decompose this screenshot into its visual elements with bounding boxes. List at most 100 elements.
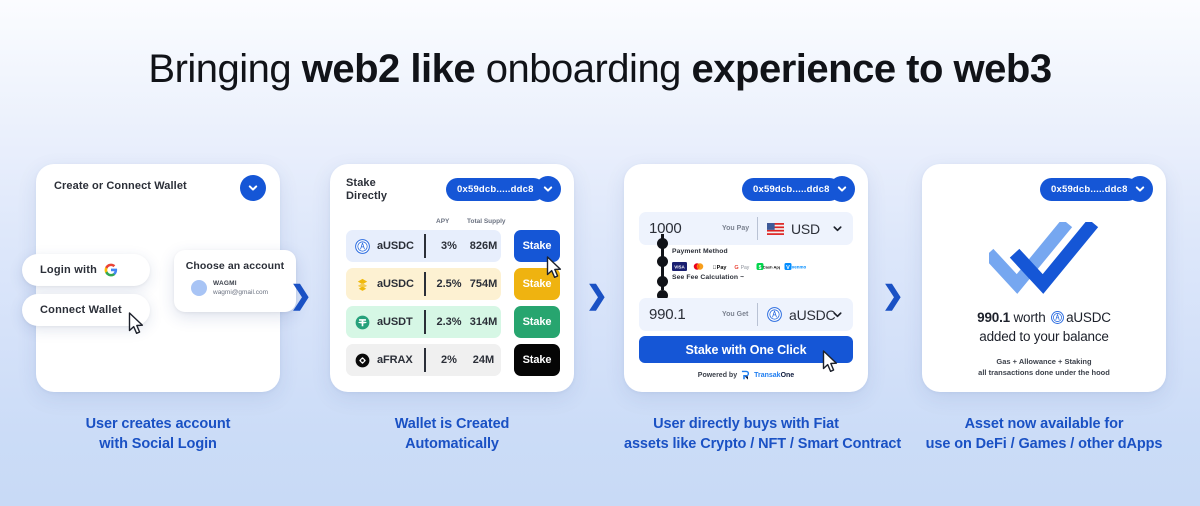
row-divider <box>424 234 426 258</box>
wallet-address-pill[interactable]: 0x59dcb.....ddc8 <box>742 178 841 201</box>
see-fee-calculation-link[interactable]: See Fee Calculation ~ <box>672 274 744 281</box>
step-4-caption: Asset now available for use on DeFi / Ga… <box>922 414 1166 454</box>
footnote-line-2: all transactions done under the hood <box>978 368 1110 377</box>
apy-value: 2.5% <box>436 278 462 290</box>
balance-amount: 990.1 <box>977 310 1010 325</box>
table-row: aFRAX 2% 24M Stake <box>346 344 560 376</box>
usa-flag-icon <box>767 222 784 235</box>
wallet-address-pill[interactable]: 0x59dcb.....ddc8 <box>1040 178 1139 201</box>
svg-text:Pay: Pay <box>741 265 750 271</box>
payment-method-label: Payment Method <box>672 248 728 255</box>
row-divider <box>424 348 426 372</box>
flow-dot <box>657 276 668 287</box>
stake-with-one-click-button[interactable]: Stake with One Click <box>639 336 853 363</box>
step-2-caption: Wallet is Created Automatically <box>330 414 574 454</box>
step-3-caption-line-2: assets like Crypto / NFT / Smart Contrac… <box>624 436 902 452</box>
footnote: Gas + Allowance + Staking all transactio… <box>922 356 1166 378</box>
flow-dot <box>657 256 668 267</box>
get-currency-select[interactable]: aUSDC <box>767 298 836 331</box>
svg-text:Cash App: Cash App <box>763 264 780 269</box>
get-currency-dropdown-toggle[interactable] <box>832 298 843 331</box>
wallet-address-pill[interactable]: 0x59dcb.....ddc8 <box>446 178 545 201</box>
step-3-caption-line-1: User directly buys with Fiat <box>653 416 839 432</box>
card2-title-line-2: Directly <box>346 190 388 202</box>
step-arrow-3: ❯ <box>882 280 904 310</box>
step-1: Create or Connect Wallet Login with Conn… <box>22 164 296 454</box>
powered-by-label: Powered by <box>697 371 738 379</box>
column-header-total-supply: Total Supply <box>467 218 506 225</box>
choose-account-title: Choose an account <box>185 260 285 272</box>
powered-by: Powered by TransakOne <box>624 370 868 380</box>
chevron-down-button[interactable] <box>1127 176 1153 202</box>
table-row: aUSDC 2.5% 754M Stake <box>346 268 560 300</box>
step-4-caption-line-1: Asset now available for <box>964 416 1124 432</box>
card-buy-with-fiat: 0x59dcb.....ddc8 1000 You Pay USD Paymen… <box>624 164 868 392</box>
stake-button[interactable]: Stake <box>514 230 560 262</box>
cash-app-icon: $ Cash App <box>756 258 782 276</box>
stake-button[interactable]: Stake <box>514 344 560 376</box>
step-4-caption-line-2: use on DeFi / Games / other dApps <box>925 436 1163 452</box>
table-row: aUSDT 2.3% 314M Stake <box>346 306 560 338</box>
account-name: WAGMI <box>213 280 237 288</box>
card-asset-available: 0x59dcb.....ddc8 990.1 worth aUSDC added… <box>922 164 1166 392</box>
supply-value: 826M <box>469 240 498 252</box>
card1-title: Create or Connect Wallet <box>54 180 187 192</box>
step-1-caption-line-2: with Social Login <box>99 436 217 452</box>
svg-text:G: G <box>734 265 738 271</box>
aave-icon <box>767 307 782 322</box>
svg-text:V: V <box>786 265 790 271</box>
step-1-caption: User creates account with Social Login <box>36 414 280 454</box>
card2-title: Stake Directly <box>346 177 387 203</box>
step-2-caption-line-2: Automatically <box>405 436 499 452</box>
step-2: Stake Directly 0x59dcb.....ddc8 APY Tota… <box>330 164 574 454</box>
step-3: 0x59dcb.....ddc8 1000 You Pay USD Paymen… <box>624 164 902 454</box>
card-stake-directly: Stake Directly 0x59dcb.....ddc8 APY Tota… <box>330 164 574 392</box>
pay-currency-dropdown-toggle[interactable] <box>832 212 843 245</box>
flow-dot <box>657 238 668 249</box>
transak-brand-bold: One <box>780 371 795 379</box>
svg-text:$: $ <box>759 265 762 271</box>
login-with-google-label: Login with <box>40 264 97 276</box>
steps-row: Create or Connect Wallet Login with Conn… <box>0 164 1200 464</box>
you-pay-row: 1000 You Pay USD <box>639 212 853 245</box>
get-currency-value: aUSDC <box>789 306 836 323</box>
chevron-down-button[interactable] <box>240 175 266 201</box>
supply-value: 754M <box>469 278 498 290</box>
chevron-down-button[interactable] <box>535 176 561 202</box>
tether-icon <box>355 315 370 330</box>
pay-currency-select[interactable]: USD <box>767 212 820 245</box>
chevron-down-icon <box>833 226 842 232</box>
account-option[interactable]: WAGMI wagmi@gmail.com <box>174 280 296 296</box>
card2-title-line-1: Stake <box>346 177 376 189</box>
table-row: aUSDC 3% 826M Stake <box>346 230 560 262</box>
headline-part-1: Bringing <box>148 47 302 91</box>
apy-value: 3% <box>441 240 457 252</box>
chevron-down-button[interactable] <box>829 176 855 202</box>
field-divider <box>757 303 759 326</box>
login-with-google-button[interactable]: Login with <box>22 254 150 286</box>
page-title: Bringing web2 like onboarding experience… <box>0 44 1200 94</box>
balance-line-2: added to your balance <box>979 329 1109 344</box>
stake-button[interactable]: Stake <box>514 306 560 338</box>
headline-bold-1: web2 like <box>301 47 476 91</box>
stake-button[interactable]: Stake <box>514 268 560 300</box>
get-amount-value: 990.1 <box>649 306 686 323</box>
google-icon <box>104 263 118 277</box>
account-email: wagmi@gmail.com <box>213 288 268 296</box>
row-divider <box>424 310 426 334</box>
step-arrow-2: ❯ <box>586 280 608 310</box>
you-pay-label: You Pay <box>722 225 750 232</box>
chevron-down-icon <box>837 186 847 192</box>
transak-brand-light: Transak <box>754 371 781 379</box>
avatar <box>191 280 207 296</box>
pay-currency-value: USD <box>791 220 820 237</box>
aave-icon <box>355 238 370 254</box>
step-3-caption: User directly buys with Fiat assets like… <box>624 414 902 454</box>
transak-brand: TransakOne <box>754 372 794 379</box>
svg-text:Pay: Pay <box>713 265 728 271</box>
account-text: WAGMI wagmi@gmail.com <box>213 280 268 295</box>
connect-wallet-button[interactable]: Connect Wallet <box>22 294 150 326</box>
step-4: 0x59dcb.....ddc8 990.1 worth aUSDC added… <box>922 164 1166 454</box>
chevron-down-icon <box>1135 186 1145 192</box>
chevron-down-icon <box>833 312 842 318</box>
